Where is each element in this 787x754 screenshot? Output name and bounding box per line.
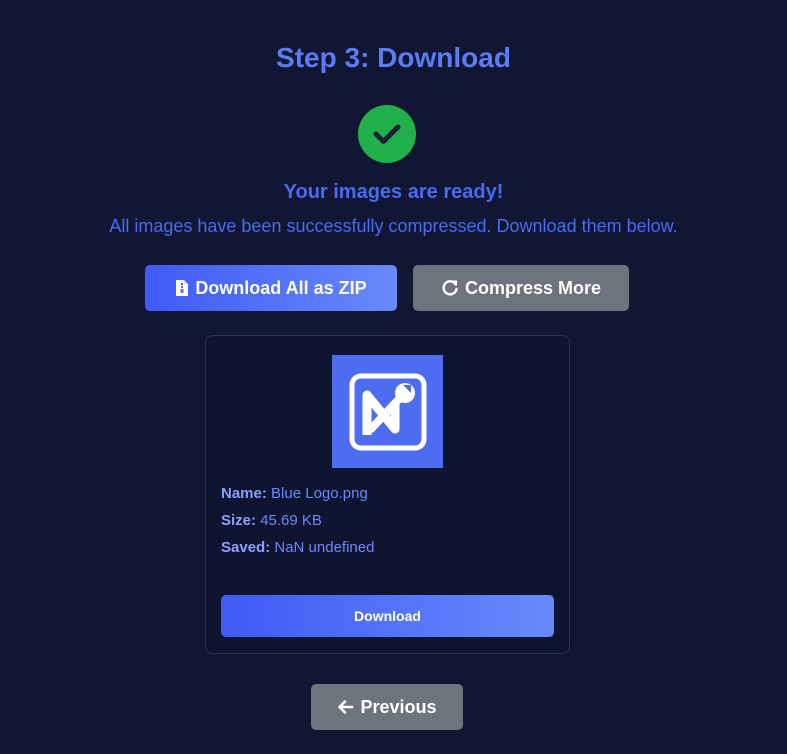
file-saved-label: Saved: bbox=[221, 539, 271, 556]
previous-button[interactable]: Previous bbox=[311, 684, 463, 730]
file-saved-value: NaN undefined bbox=[274, 539, 375, 556]
page-title: Step 3: Download bbox=[276, 42, 511, 73]
file-saved-row: Saved: NaN undefined bbox=[221, 538, 374, 558]
file-name-row: Name: Blue Logo.png bbox=[221, 484, 368, 504]
download-file-button[interactable]: Download bbox=[221, 595, 554, 637]
compress-more-label: Compress More bbox=[464, 277, 602, 298]
file-name-value: Blue Logo.png bbox=[271, 485, 368, 502]
file-size-row: Size: 45.69 KB bbox=[221, 511, 322, 531]
download-all-zip-label: Download All as ZIP bbox=[195, 277, 367, 298]
redo-icon bbox=[441, 279, 459, 297]
logo-wrench-icon bbox=[349, 373, 426, 450]
file-size-value: 45.69 KB bbox=[260, 512, 322, 529]
image-thumbnail bbox=[332, 355, 443, 468]
image-result-card: Name: Blue Logo.png Size: 45.69 KB Saved… bbox=[205, 335, 570, 654]
arrow-left-icon bbox=[337, 699, 354, 715]
compress-more-button[interactable]: Compress More bbox=[413, 265, 629, 311]
file-size-label: Size: bbox=[221, 512, 257, 529]
ready-heading: Your images are ready! bbox=[283, 181, 504, 203]
download-all-zip-button[interactable]: Download All as ZIP bbox=[145, 265, 397, 311]
ready-description: All images have been successfully compre… bbox=[109, 216, 678, 236]
file-zip-icon bbox=[175, 279, 189, 297]
success-check-icon bbox=[358, 105, 416, 163]
previous-label: Previous bbox=[360, 696, 437, 717]
file-name-label: Name: bbox=[221, 485, 267, 502]
